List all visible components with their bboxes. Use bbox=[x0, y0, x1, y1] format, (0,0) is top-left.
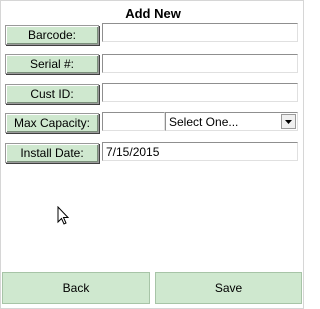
save-button[interactable]: Save bbox=[155, 272, 302, 304]
serial-input[interactable] bbox=[102, 54, 298, 73]
capacity-unit-select[interactable]: Select One... bbox=[165, 112, 298, 131]
mouse-pointer-icon bbox=[57, 206, 70, 225]
triangle-down-icon[interactable] bbox=[281, 114, 296, 129]
max-capacity-label-button[interactable]: Max Capacity: bbox=[5, 113, 99, 133]
max-capacity-input[interactable] bbox=[102, 112, 165, 131]
form-title: Add New bbox=[125, 6, 181, 21]
install-date-input[interactable] bbox=[102, 142, 298, 161]
barcode-input[interactable] bbox=[102, 23, 298, 42]
cust-id-input[interactable] bbox=[102, 83, 298, 102]
cust-id-label-button[interactable]: Cust ID: bbox=[5, 84, 99, 104]
install-date-label-button[interactable]: Install Date: bbox=[5, 143, 99, 163]
serial-label-button[interactable]: Serial #: bbox=[5, 54, 99, 74]
back-button[interactable]: Back bbox=[2, 272, 150, 304]
add-new-panel: Add New Barcode: Serial #: Cust ID: Max … bbox=[0, 0, 304, 309]
capacity-unit-selected: Select One... bbox=[169, 114, 239, 129]
barcode-label-button[interactable]: Barcode: bbox=[5, 25, 99, 45]
